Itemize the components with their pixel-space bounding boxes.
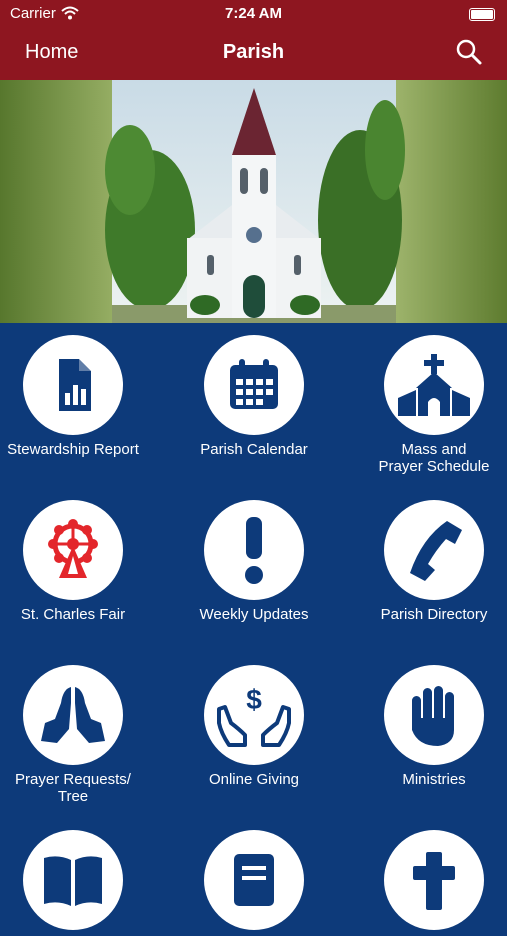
tile-label: Parish Directory: [380, 606, 488, 623]
praying-hands-icon: [23, 665, 123, 765]
tile-mass-prayer-schedule[interactable]: Mass and Prayer Schedule: [350, 335, 507, 475]
search-icon[interactable]: [455, 38, 483, 71]
tile-label: Stewardship Report: [7, 441, 139, 458]
status-time: 7:24 AM: [225, 5, 282, 22]
tile-online-giving[interactable]: $ Online Giving: [170, 665, 338, 788]
tile-parish-calendar[interactable]: Parish Calendar: [170, 335, 338, 458]
tile-label: Weekly Updates: [199, 606, 309, 623]
book-icon: [23, 830, 123, 930]
tile-cross[interactable]: [350, 830, 507, 936]
report-icon: [23, 335, 123, 435]
exclamation-icon: [204, 500, 304, 600]
tile-parish-directory[interactable]: Parish Directory: [350, 500, 507, 623]
page-title: Parish: [222, 41, 285, 63]
tile-label: St. Charles Fair: [20, 606, 126, 623]
phone-icon: [384, 500, 484, 600]
church-icon: [384, 335, 484, 435]
church-banner-image: [0, 80, 507, 323]
feature-grid: Stewardship Report Parish Calendar Mass …: [0, 323, 507, 930]
tile-label: Parish Calendar: [200, 441, 308, 458]
tile-ministries[interactable]: Ministries: [350, 665, 507, 788]
battery-icon: [469, 8, 495, 21]
tile-label: Online Giving: [208, 771, 300, 788]
status-bar: Carrier 7:24 AM: [0, 0, 507, 28]
tile-st-charles-fair[interactable]: St. Charles Fair: [0, 500, 157, 623]
tile-weekly-updates[interactable]: Weekly Updates: [170, 500, 338, 623]
tile-bulletin[interactable]: [170, 830, 338, 936]
tile-label: Prayer Requests/ Tree: [15, 771, 131, 805]
tile-label: Ministries: [402, 771, 466, 788]
tile-stewardship-report[interactable]: Stewardship Report: [0, 335, 157, 458]
tile-book[interactable]: [0, 830, 157, 936]
ferris-wheel-icon: [23, 500, 123, 600]
tile-label: Mass and Prayer Schedule: [378, 441, 490, 475]
tile-prayer-requests-tree[interactable]: Prayer Requests/ Tree: [0, 665, 157, 805]
navigation-bar: Home Parish: [0, 28, 507, 80]
cross-icon: [384, 830, 484, 930]
bulletin-icon: [204, 830, 304, 930]
calendar-icon: [204, 335, 304, 435]
svg-text:$: $: [246, 684, 262, 715]
giving-icon: $: [204, 665, 304, 765]
hand-icon: [384, 665, 484, 765]
